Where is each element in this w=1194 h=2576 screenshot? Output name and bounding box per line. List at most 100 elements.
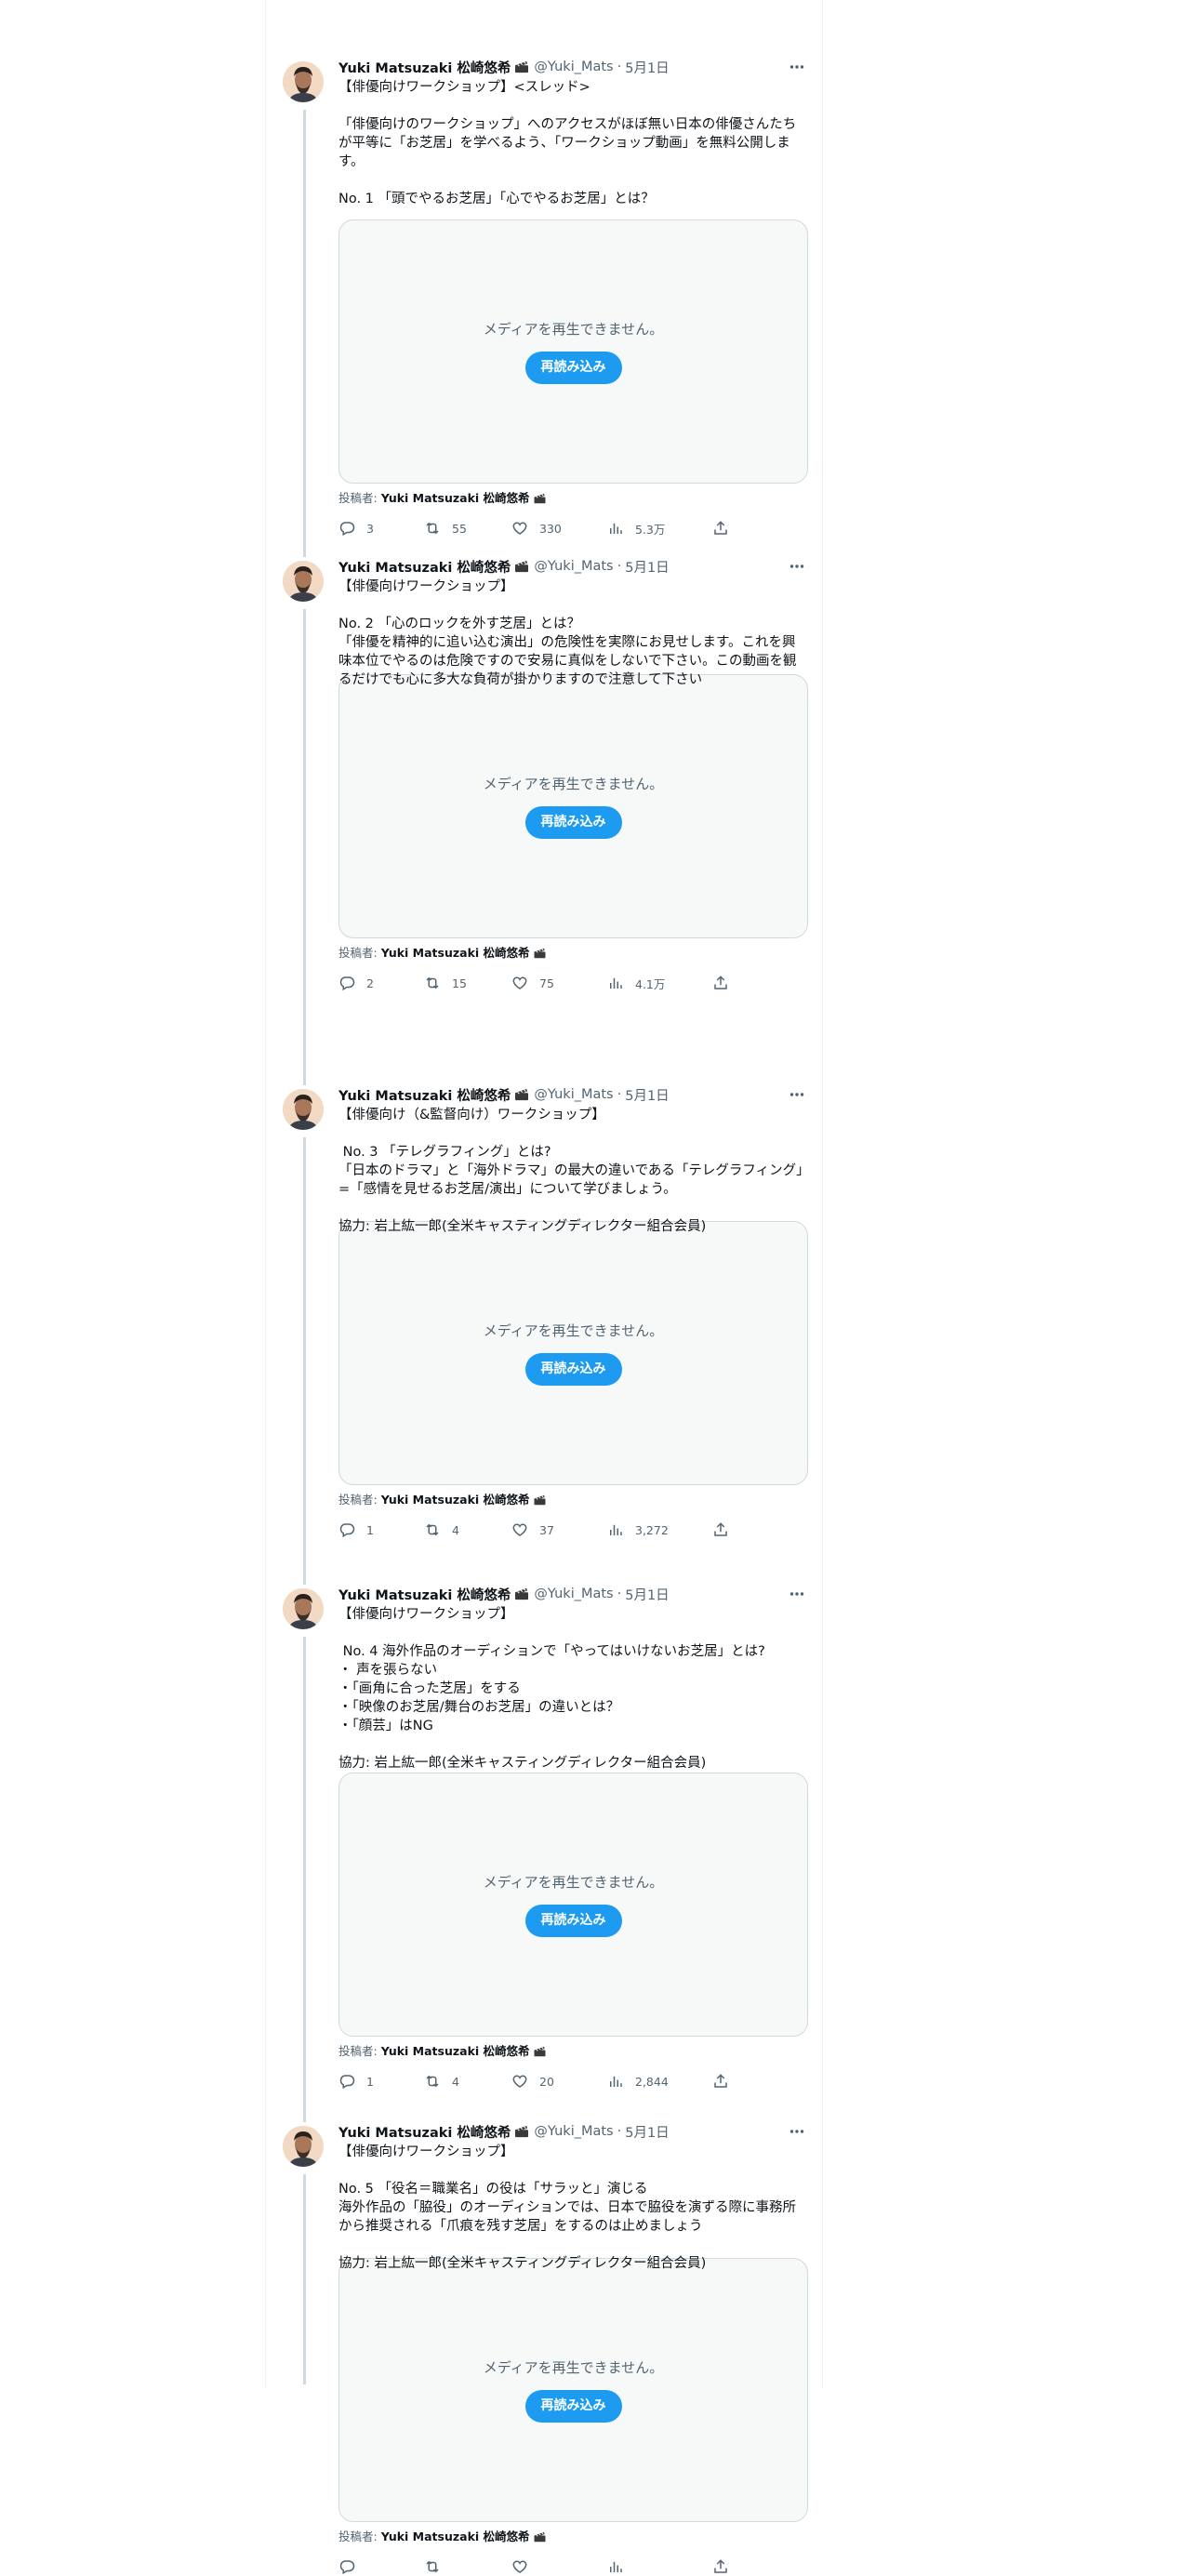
more-options-button[interactable] xyxy=(786,56,808,78)
share-button[interactable] xyxy=(712,2073,740,2090)
repost-button[interactable]: 4 xyxy=(424,2073,511,2090)
author-handle[interactable]: @Yuki_Mats xyxy=(534,1587,613,1601)
share-button[interactable] xyxy=(712,975,740,991)
reply-button[interactable]: 2 xyxy=(338,975,424,991)
tweet-date[interactable]: 5月1日 xyxy=(625,1585,669,1604)
more-options-button[interactable] xyxy=(786,555,808,578)
author-handle[interactable]: @Yuki_Mats xyxy=(534,2124,613,2139)
media-player[interactable]: メディアを再生できません。 再読み込み xyxy=(338,219,808,484)
reload-button[interactable]: 再読み込み xyxy=(524,2390,622,2423)
avatar[interactable] xyxy=(283,561,324,602)
byline-author[interactable]: Yuki Matsuzaki 松崎悠希 xyxy=(381,491,530,505)
repost-button[interactable]: 55 xyxy=(424,520,511,537)
share-icon xyxy=(714,1522,727,1536)
reply-button[interactable] xyxy=(338,2558,424,2575)
byline-author[interactable]: Yuki Matsuzaki 松崎悠希 xyxy=(381,946,530,960)
reload-button[interactable]: 再読み込み xyxy=(524,1905,622,1937)
reload-button[interactable]: 再読み込み xyxy=(524,1353,622,1386)
media-player[interactable]: メディアを再生できません。 再読み込み xyxy=(338,1221,808,1485)
like-button[interactable]: 37 xyxy=(511,1521,607,1538)
media-player[interactable]: メディアを再生できません。 再読み込み xyxy=(338,2258,808,2522)
more-options-button[interactable] xyxy=(786,2120,808,2143)
repost-button[interactable]: 15 xyxy=(424,975,511,991)
view-count: 2,844 xyxy=(635,2074,669,2089)
avatar[interactable] xyxy=(283,61,324,102)
view-count: 4.1万 xyxy=(635,976,666,991)
like-button[interactable]: 330 xyxy=(511,520,607,537)
byline-author[interactable]: Yuki Matsuzaki 松崎悠希 xyxy=(381,1493,530,1507)
byline-author[interactable]: Yuki Matsuzaki 松崎悠希 xyxy=(381,2530,530,2543)
tweet-date[interactable]: 5月1日 xyxy=(625,58,669,77)
byline-author[interactable]: Yuki Matsuzaki 松崎悠希 xyxy=(381,2044,530,2058)
avatar[interactable] xyxy=(283,2126,324,2167)
views-button[interactable] xyxy=(607,2558,712,2575)
repost-icon xyxy=(426,1523,439,1536)
reply-icon xyxy=(339,976,355,991)
repost-count: 4 xyxy=(452,2074,459,2089)
views-chart-icon xyxy=(610,1524,622,1535)
author-name[interactable]: Yuki Matsuzaki 松崎悠希 xyxy=(338,2122,511,2142)
views-button[interactable]: 2,844 xyxy=(607,2073,712,2090)
share-icon xyxy=(714,976,727,989)
reply-button[interactable]: 1 xyxy=(338,2073,424,2090)
reload-button[interactable]: 再読み込み xyxy=(524,806,622,839)
repost-count: 15 xyxy=(452,976,467,990)
reply-button[interactable]: 3 xyxy=(338,520,424,537)
thread-line xyxy=(303,1137,306,1585)
more-options-button[interactable] xyxy=(786,1083,808,1106)
tweet-date[interactable]: 5月1日 xyxy=(625,2122,669,2142)
tweet-date[interactable]: 5月1日 xyxy=(625,557,669,577)
like-button[interactable] xyxy=(511,2558,607,2575)
views-button[interactable]: 5.3万 xyxy=(607,520,712,538)
repost-button[interactable]: 4 xyxy=(424,1521,511,1538)
reply-button[interactable]: 1 xyxy=(338,1521,424,1538)
author-name[interactable]: Yuki Matsuzaki 松崎悠希 xyxy=(338,557,511,577)
avatar[interactable] xyxy=(283,1588,324,1629)
share-icon xyxy=(714,2074,727,2088)
tweet-actions: 1 4 20 2,844 xyxy=(338,2072,808,2091)
author-handle[interactable]: @Yuki_Mats xyxy=(534,559,613,574)
repost-icon xyxy=(426,522,439,535)
media-error-message: メディアを再生できません。 xyxy=(483,776,664,792)
author-name[interactable]: Yuki Matsuzaki 松崎悠希 xyxy=(338,58,511,77)
clapperboard-icon xyxy=(515,1587,529,1600)
reply-icon xyxy=(339,2560,355,2575)
more-options-button[interactable] xyxy=(786,1583,808,1605)
like-button[interactable]: 20 xyxy=(511,2073,607,2090)
author-name[interactable]: Yuki Matsuzaki 松崎悠希 xyxy=(338,1085,511,1105)
repost-icon xyxy=(426,2075,439,2088)
views-chart-icon xyxy=(610,2076,622,2087)
media-player[interactable]: メディアを再生できません。 再読み込み xyxy=(338,674,808,938)
share-button[interactable] xyxy=(712,520,740,537)
tweet-text: 【俳優向けワークショップ】 No. 5 「役名＝職業名」の役は「サラッと」演じる… xyxy=(338,2144,796,2271)
separator-dot: · xyxy=(617,1087,622,1102)
clapperboard-icon xyxy=(534,948,546,959)
repost-button[interactable] xyxy=(424,2558,511,2575)
share-button[interactable] xyxy=(712,1521,740,1538)
heart-icon xyxy=(512,1523,527,1536)
clapperboard-icon xyxy=(534,1494,546,1506)
share-button[interactable] xyxy=(712,2558,740,2575)
views-button[interactable]: 4.1万 xyxy=(607,975,712,992)
avatar[interactable] xyxy=(283,1089,324,1130)
author-name[interactable]: Yuki Matsuzaki 松崎悠希 xyxy=(338,1585,511,1604)
separator-dot: · xyxy=(617,2124,622,2139)
heart-icon xyxy=(512,522,527,535)
repost-icon xyxy=(426,2560,439,2573)
author-handle[interactable]: @Yuki_Mats xyxy=(534,1087,613,1102)
media-error-message: メディアを再生できません。 xyxy=(483,1874,664,1891)
reload-button[interactable]: 再読み込み xyxy=(524,352,622,384)
like-button[interactable]: 75 xyxy=(511,975,607,991)
clapperboard-icon xyxy=(534,2046,546,2057)
clapperboard-icon xyxy=(534,2531,546,2543)
clapperboard-icon xyxy=(515,560,529,573)
like-count: 75 xyxy=(539,976,554,990)
tweet-text: 【俳優向けワークショップ】 No. 4 海外作品のオーディションで「やってはいけ… xyxy=(338,1607,765,1771)
tweet-date[interactable]: 5月1日 xyxy=(625,1085,669,1105)
media-player[interactable]: メディアを再生できません。 再読み込み xyxy=(338,1773,808,2037)
views-button[interactable]: 3,272 xyxy=(607,1521,712,1538)
author-handle[interactable]: @Yuki_Mats xyxy=(534,60,613,74)
separator-dot: · xyxy=(617,60,622,74)
like-count: 330 xyxy=(539,521,562,536)
view-count: 3,272 xyxy=(635,1522,669,1537)
